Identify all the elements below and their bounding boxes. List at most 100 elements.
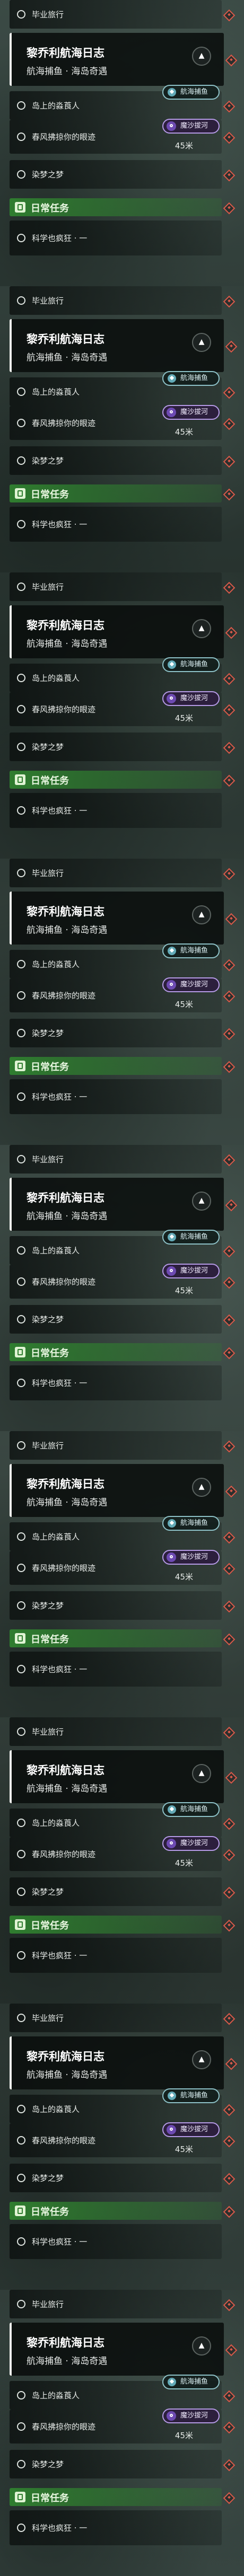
objective-row[interactable]: 染梦之梦 bbox=[10, 1877, 236, 1906]
waypoint-diamond-icon[interactable] bbox=[223, 9, 236, 22]
waypoint-diamond-icon[interactable] bbox=[223, 488, 236, 501]
fishing-tag[interactable]: 航海捕鱼 bbox=[162, 1230, 220, 1245]
chevron-up-icon[interactable]: ▲ bbox=[192, 619, 211, 638]
waypoint-diamond-icon[interactable] bbox=[225, 627, 238, 639]
chevron-up-icon[interactable]: ▲ bbox=[192, 905, 211, 924]
achievement-row[interactable]: 毕业旅行 bbox=[10, 572, 236, 601]
waypoint-diamond-icon[interactable] bbox=[223, 295, 236, 308]
waypoint-diamond-icon[interactable] bbox=[223, 100, 236, 113]
daily-task-header[interactable]: 日常任务 bbox=[10, 198, 236, 216]
waypoint-diamond-icon[interactable] bbox=[223, 1531, 236, 1544]
tug-of-war-tag[interactable]: 魔沙拔河 bbox=[162, 691, 220, 706]
objective-row[interactable]: 染梦之梦 bbox=[10, 1591, 236, 1620]
waypoint-diamond-icon[interactable] bbox=[223, 1919, 236, 1932]
achievement-row[interactable]: 毕业旅行 bbox=[10, 2004, 236, 2032]
tug-of-war-tag[interactable]: 魔沙拔河 bbox=[162, 1550, 220, 1565]
quest-card[interactable]: 黎乔利航海日志 航海捕鱼 · 海岛奇遇 ▲ bbox=[10, 892, 238, 945]
waypoint-diamond-icon[interactable] bbox=[223, 1600, 236, 1613]
achievement-row[interactable]: 毕业旅行 bbox=[10, 286, 236, 315]
waypoint-diamond-icon[interactable] bbox=[223, 2206, 236, 2218]
daily-task-header[interactable]: 日常任务 bbox=[10, 2202, 236, 2220]
waypoint-diamond-icon[interactable] bbox=[223, 131, 236, 144]
fishing-tag[interactable]: 航海捕鱼 bbox=[162, 1802, 220, 1817]
waypoint-diamond-icon[interactable] bbox=[223, 1276, 236, 1289]
tug-of-war-tag[interactable]: 魔沙拔河 bbox=[162, 2122, 220, 2137]
waypoint-diamond-icon[interactable] bbox=[223, 1347, 236, 1360]
waypoint-diamond-icon[interactable] bbox=[225, 2058, 238, 2070]
waypoint-diamond-icon[interactable] bbox=[223, 1633, 236, 1646]
quest-card[interactable]: 黎乔利航海日志 航海捕鱼 · 海岛奇遇 ▲ bbox=[10, 1750, 238, 1803]
waypoint-diamond-icon[interactable] bbox=[223, 418, 236, 430]
tug-of-war-tag[interactable]: 魔沙拔河 bbox=[162, 405, 220, 420]
objective-row[interactable]: 染梦之梦 bbox=[10, 1019, 236, 1047]
fishing-tag[interactable]: 航海捕鱼 bbox=[162, 85, 220, 100]
waypoint-diamond-icon[interactable] bbox=[225, 54, 238, 67]
fishing-tag[interactable]: 航海捕鱼 bbox=[162, 1516, 220, 1531]
waypoint-diamond-icon[interactable] bbox=[223, 386, 236, 399]
waypoint-diamond-icon[interactable] bbox=[223, 1818, 236, 1830]
waypoint-diamond-icon[interactable] bbox=[223, 1440, 236, 1453]
daily-objective-row[interactable]: 科学也疯狂 · 一 bbox=[10, 2510, 222, 2545]
daily-task-header[interactable]: 日常任务 bbox=[10, 1629, 236, 1647]
waypoint-diamond-icon[interactable] bbox=[225, 2344, 238, 2357]
waypoint-diamond-icon[interactable] bbox=[223, 774, 236, 787]
daily-objective-row[interactable]: 科学也疯狂 · 一 bbox=[10, 1079, 222, 1114]
waypoint-diamond-icon[interactable] bbox=[225, 1199, 238, 1212]
daily-objective-row[interactable]: 科学也疯狂 · 一 bbox=[10, 1938, 222, 1973]
quest-card[interactable]: 黎乔利航海日志 航海捕鱼 · 海岛奇遇 ▲ bbox=[10, 1178, 238, 1231]
waypoint-diamond-icon[interactable] bbox=[223, 1154, 236, 1167]
achievement-row[interactable]: 毕业旅行 bbox=[10, 1431, 236, 1460]
waypoint-diamond-icon[interactable] bbox=[223, 2013, 236, 2025]
waypoint-diamond-icon[interactable] bbox=[223, 673, 236, 685]
waypoint-diamond-icon[interactable] bbox=[223, 959, 236, 972]
quest-card[interactable]: 黎乔利航海日志 航海捕鱼 · 海岛奇遇 ▲ bbox=[10, 319, 238, 372]
waypoint-diamond-icon[interactable] bbox=[225, 913, 238, 925]
chevron-up-icon[interactable]: ▲ bbox=[192, 1192, 211, 1211]
chevron-up-icon[interactable]: ▲ bbox=[192, 1478, 211, 1497]
fishing-tag[interactable]: 航海捕鱼 bbox=[162, 2088, 220, 2103]
fishing-tag[interactable]: 航海捕鱼 bbox=[162, 943, 220, 958]
daily-task-header[interactable]: 日常任务 bbox=[10, 1057, 236, 1075]
waypoint-diamond-icon[interactable] bbox=[225, 1485, 238, 1498]
achievement-row[interactable]: 毕业旅行 bbox=[10, 1717, 236, 1746]
daily-task-header[interactable]: 日常任务 bbox=[10, 484, 236, 502]
quest-card[interactable]: 黎乔利航海日志 航海捕鱼 · 海岛奇遇 ▲ bbox=[10, 1464, 238, 1517]
fishing-tag[interactable]: 航海捕鱼 bbox=[162, 657, 220, 672]
daily-task-header[interactable]: 日常任务 bbox=[10, 2488, 236, 2506]
waypoint-diamond-icon[interactable] bbox=[223, 1849, 236, 1862]
objective-row[interactable]: 染梦之梦 bbox=[10, 2164, 236, 2192]
quest-card[interactable]: 黎乔利航海日志 航海捕鱼 · 海岛奇遇 ▲ bbox=[10, 2323, 238, 2376]
chevron-up-icon[interactable]: ▲ bbox=[192, 47, 211, 66]
chevron-up-icon[interactable]: ▲ bbox=[192, 1764, 211, 1783]
waypoint-diamond-icon[interactable] bbox=[223, 1563, 236, 1575]
waypoint-diamond-icon[interactable] bbox=[223, 1886, 236, 1899]
achievement-row[interactable]: 毕业旅行 bbox=[10, 2290, 236, 2318]
chevron-up-icon[interactable]: ▲ bbox=[192, 333, 211, 352]
quest-card[interactable]: 黎乔利航海日志 航海捕鱼 · 海岛奇遇 ▲ bbox=[10, 33, 238, 86]
waypoint-diamond-icon[interactable] bbox=[223, 2299, 236, 2312]
objective-row[interactable]: 染梦之梦 bbox=[10, 1305, 236, 1334]
waypoint-diamond-icon[interactable] bbox=[223, 868, 236, 880]
tug-of-war-tag[interactable]: 魔沙拔河 bbox=[162, 119, 220, 134]
tug-of-war-tag[interactable]: 魔沙拔河 bbox=[162, 977, 220, 992]
waypoint-diamond-icon[interactable] bbox=[223, 2459, 236, 2472]
quest-card[interactable]: 黎乔利航海日志 航海捕鱼 · 海岛奇遇 ▲ bbox=[10, 2036, 238, 2089]
waypoint-diamond-icon[interactable] bbox=[223, 742, 236, 754]
waypoint-diamond-icon[interactable] bbox=[223, 1028, 236, 1040]
waypoint-diamond-icon[interactable] bbox=[225, 340, 238, 353]
waypoint-diamond-icon[interactable] bbox=[223, 455, 236, 468]
waypoint-diamond-icon[interactable] bbox=[223, 1061, 236, 1073]
waypoint-diamond-icon[interactable] bbox=[223, 1726, 236, 1739]
waypoint-diamond-icon[interactable] bbox=[223, 1245, 236, 1258]
waypoint-diamond-icon[interactable] bbox=[223, 2390, 236, 2403]
tug-of-war-tag[interactable]: 魔沙拔河 bbox=[162, 2409, 220, 2423]
waypoint-diamond-icon[interactable] bbox=[223, 2173, 236, 2185]
objective-row[interactable]: 染梦之梦 bbox=[10, 160, 236, 189]
tug-of-war-tag[interactable]: 魔沙拔河 bbox=[162, 1836, 220, 1851]
daily-objective-row[interactable]: 科学也疯狂 · 一 bbox=[10, 793, 222, 828]
daily-objective-row[interactable]: 科学也疯狂 · 一 bbox=[10, 1652, 222, 1687]
waypoint-diamond-icon[interactable] bbox=[223, 2135, 236, 2148]
chevron-up-icon[interactable]: ▲ bbox=[192, 2336, 211, 2356]
daily-task-header[interactable]: 日常任务 bbox=[10, 1343, 236, 1361]
fishing-tag[interactable]: 航海捕鱼 bbox=[162, 2375, 220, 2389]
